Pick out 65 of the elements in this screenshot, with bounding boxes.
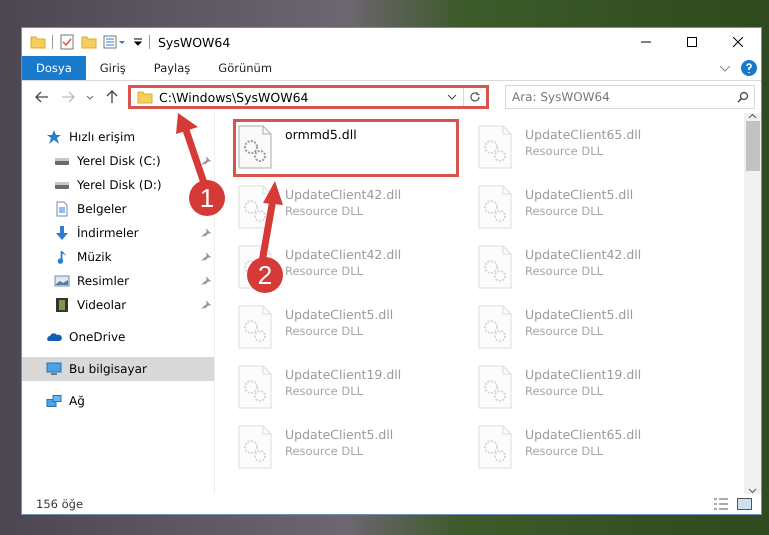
file-type: Resource DLL bbox=[285, 204, 364, 218]
maximize-icon bbox=[687, 37, 697, 47]
chevron-down-icon bbox=[86, 94, 94, 100]
details-view-icon[interactable] bbox=[713, 497, 729, 511]
pin-icon[interactable] bbox=[201, 156, 211, 166]
pin-icon[interactable] bbox=[201, 300, 211, 310]
item-count: 156 öğe bbox=[36, 497, 84, 511]
drive-icon bbox=[54, 156, 70, 166]
sidebar-item[interactable]: Resimler bbox=[22, 269, 130, 293]
address-bar[interactable]: C:\Windows\SysWOW64 bbox=[128, 85, 489, 109]
refresh-icon[interactable] bbox=[469, 91, 481, 103]
up-arrow-icon bbox=[106, 90, 118, 104]
film-icon bbox=[56, 297, 68, 313]
network-icon bbox=[46, 393, 62, 409]
sidebar-item[interactable]: İndirmeler bbox=[22, 221, 139, 245]
sidebar-item[interactable]: Müzik bbox=[22, 245, 112, 269]
file-type: Resource DLL bbox=[525, 384, 604, 398]
pin-icon[interactable] bbox=[201, 252, 211, 262]
download-icon bbox=[54, 225, 70, 241]
file-type: Resource DLL bbox=[285, 444, 364, 458]
file-type: Resource DLL bbox=[525, 444, 604, 458]
sidebar-item[interactable]: OneDrive bbox=[22, 325, 214, 349]
sidebar-item[interactable]: Yerel Disk (C:) bbox=[22, 149, 161, 173]
file-type: Resource DLL bbox=[525, 144, 604, 158]
chevron-down-icon[interactable] bbox=[447, 94, 457, 100]
scrollbar-thumb[interactable] bbox=[746, 121, 760, 171]
music-note-icon bbox=[57, 249, 67, 265]
cloud-icon bbox=[46, 332, 62, 342]
sidebar-item[interactable]: Hızlı erişim bbox=[22, 125, 214, 149]
minimize-icon bbox=[641, 41, 651, 43]
pin-icon[interactable] bbox=[201, 276, 211, 286]
file-type: Resource DLL bbox=[285, 384, 364, 398]
scroll-up-icon[interactable] bbox=[748, 113, 757, 119]
file-type: Resource DLL bbox=[285, 324, 364, 338]
file-type: Resource DLL bbox=[285, 264, 364, 278]
back-arrow-icon bbox=[35, 91, 49, 103]
scroll-down-icon[interactable] bbox=[748, 488, 757, 494]
ribbon-tab[interactable]: Paylaş bbox=[140, 56, 204, 80]
sidebar-item[interactable]: Belgeler bbox=[22, 197, 127, 221]
window-title: SysWOW64 bbox=[158, 34, 230, 50]
drive-icon bbox=[54, 180, 70, 190]
thumbnail-view-icon[interactable] bbox=[737, 497, 753, 511]
ribbon-tab[interactable]: Dosya bbox=[22, 56, 86, 80]
help-icon[interactable] bbox=[741, 60, 757, 76]
close-icon bbox=[733, 37, 743, 47]
sidebar-item[interactable]: Ağ bbox=[22, 389, 214, 413]
sidebar-item[interactable]: Videolar bbox=[22, 293, 126, 317]
checklist-icon[interactable] bbox=[59, 34, 75, 50]
file-name[interactable]: ormmd5.dll bbox=[285, 127, 357, 142]
dropdown-icon[interactable] bbox=[133, 38, 143, 46]
computer-icon bbox=[46, 361, 62, 377]
file-type: Resource DLL bbox=[525, 204, 604, 218]
document-icon bbox=[54, 201, 70, 217]
file-type: Resource DLL bbox=[525, 324, 604, 338]
ribbon-tab[interactable]: Görünüm bbox=[204, 56, 286, 80]
picture-icon bbox=[54, 275, 70, 287]
sidebar-item[interactable]: Bu bilgisayar bbox=[22, 357, 214, 381]
ribbon-tab[interactable]: Giriş bbox=[86, 56, 140, 80]
star-icon bbox=[46, 129, 62, 145]
forward-arrow-icon bbox=[61, 91, 75, 103]
scrollbar[interactable] bbox=[744, 113, 761, 494]
file-type: Resource DLL bbox=[525, 264, 604, 278]
properties-icon[interactable] bbox=[103, 34, 127, 50]
pin-icon[interactable] bbox=[201, 228, 211, 238]
sidebar-item[interactable]: Yerel Disk (D:) bbox=[22, 173, 162, 197]
